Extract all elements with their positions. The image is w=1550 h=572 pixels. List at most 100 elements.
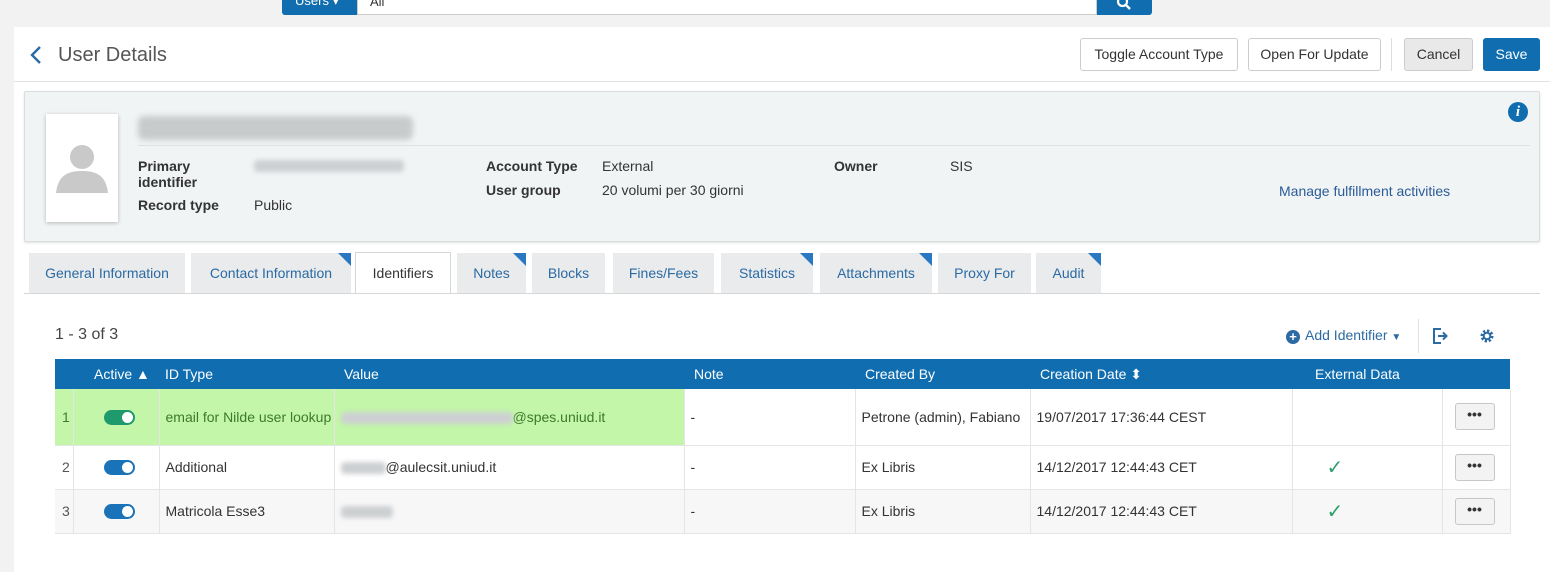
tab-proxy-for[interactable]: Proxy For bbox=[938, 253, 1031, 293]
tab-notes[interactable]: Notes bbox=[457, 253, 526, 293]
tab-statistics[interactable]: Statistics bbox=[721, 253, 813, 293]
user-group-value: 20 volumi per 30 giorni bbox=[602, 182, 744, 198]
column-header-note: Note bbox=[684, 359, 855, 389]
owner-value: SIS bbox=[950, 158, 973, 174]
top-search-bar: Users ▾ All bbox=[0, 0, 1550, 27]
user-group-label: User group bbox=[486, 182, 561, 198]
active-toggle[interactable] bbox=[103, 410, 135, 426]
column-header-active[interactable]: Active ▲ bbox=[73, 359, 159, 389]
column-header-actions bbox=[1442, 359, 1510, 389]
table-row: 3 Matricola Esse3 - Ex Libris 14/12/2017… bbox=[55, 489, 1511, 534]
value-redacted bbox=[340, 506, 393, 519]
toggle-account-type-button[interactable]: Toggle Account Type bbox=[1080, 38, 1238, 71]
manage-fulfillment-link[interactable]: Manage fulfillment activities bbox=[1279, 183, 1450, 199]
owner-label: Owner bbox=[834, 158, 878, 174]
tab-audit[interactable]: Audit bbox=[1036, 253, 1101, 293]
external-data-cell bbox=[1292, 389, 1443, 446]
active-toggle[interactable] bbox=[103, 504, 135, 520]
tab-attachments[interactable]: Attachments bbox=[820, 253, 932, 293]
results-count: 1 - 3 of 3 bbox=[55, 326, 119, 343]
back-arrow-icon[interactable] bbox=[28, 44, 44, 66]
creation-date-cell: 14/12/2017 12:44:43 CET bbox=[1030, 445, 1293, 490]
column-header-value: Value bbox=[334, 359, 684, 389]
note-cell: - bbox=[684, 489, 856, 534]
value-cell: @spes.uniud.it bbox=[334, 389, 685, 446]
active-toggle[interactable] bbox=[103, 460, 135, 476]
gear-icon[interactable] bbox=[1479, 328, 1495, 344]
tab-general-information[interactable]: General Information bbox=[29, 253, 185, 293]
save-button[interactable]: Save bbox=[1483, 38, 1540, 71]
row-number: 3 bbox=[55, 489, 74, 534]
column-header-index bbox=[55, 359, 73, 389]
column-header-creation-date[interactable]: Creation Date ⬍ bbox=[1030, 359, 1292, 389]
active-cell bbox=[73, 445, 160, 490]
row-number: 1 bbox=[55, 389, 74, 446]
search-button[interactable] bbox=[1097, 0, 1152, 15]
user-details-panel: User Details Toggle Account Type Open Fo… bbox=[14, 27, 1550, 572]
creation-date-cell: 19/07/2017 17:36:44 CEST bbox=[1030, 389, 1293, 446]
open-for-update-button[interactable]: Open For Update bbox=[1248, 38, 1381, 71]
tab-label: Notes bbox=[473, 265, 510, 281]
search-scope-select[interactable]: All bbox=[357, 0, 1097, 15]
add-identifier-button[interactable]: + Add Identifier ▼ bbox=[1286, 327, 1401, 344]
info-icon[interactable]: i bbox=[1508, 102, 1528, 122]
actions-cell: ••• bbox=[1442, 489, 1511, 534]
table-header-row: Active ▲ ID Type Value Note Created By C… bbox=[55, 359, 1510, 389]
tab-flag-icon bbox=[338, 253, 351, 266]
column-header-id-type: ID Type bbox=[159, 359, 334, 389]
tab-identifiers[interactable]: Identifiers bbox=[355, 252, 451, 294]
tab-contact-information[interactable]: Contact Information bbox=[191, 253, 351, 293]
record-type-value: Public bbox=[254, 197, 293, 213]
identifiers-table: Active ▲ ID Type Value Note Created By C… bbox=[55, 359, 1511, 534]
column-header-external-data: External Data bbox=[1292, 359, 1442, 389]
actions-cell: ••• bbox=[1442, 445, 1511, 490]
tab-flag-icon bbox=[919, 253, 932, 266]
tab-flag-icon bbox=[513, 253, 526, 266]
tab-label: Proxy For bbox=[954, 265, 1015, 281]
tab-fines-fees[interactable]: Fines/Fees bbox=[613, 253, 714, 293]
value-redacted bbox=[340, 412, 513, 425]
note-cell: - bbox=[684, 389, 856, 446]
tab-flag-icon bbox=[1088, 253, 1101, 266]
tab-flag-icon bbox=[800, 253, 813, 266]
primary-identifier-value-redacted bbox=[254, 160, 404, 172]
toolbar-divider bbox=[1418, 319, 1419, 353]
search-scope-button[interactable]: Users ▾ bbox=[282, 0, 357, 15]
row-actions-button[interactable]: ••• bbox=[1454, 453, 1495, 481]
tabs-divider bbox=[24, 293, 1540, 294]
value-redacted bbox=[340, 462, 386, 475]
plus-circle-icon: + bbox=[1286, 330, 1300, 344]
tab-label: Blocks bbox=[547, 265, 590, 281]
id-type-cell: email for Nilde user lookup bbox=[159, 389, 335, 446]
tab-blocks[interactable]: Blocks bbox=[532, 253, 605, 293]
export-icon[interactable] bbox=[1431, 327, 1449, 345]
created-by-cell: Ex Libris bbox=[855, 445, 1031, 490]
page-header: User Details Toggle Account Type Open Fo… bbox=[14, 27, 1550, 82]
record-type-label: Record type bbox=[138, 197, 219, 213]
id-type-cell: Additional bbox=[159, 445, 335, 490]
search-icon bbox=[1116, 0, 1131, 10]
page-title: User Details bbox=[58, 44, 167, 66]
row-actions-button[interactable]: ••• bbox=[1454, 497, 1495, 525]
value-cell: @aulecsit.uniud.it bbox=[334, 445, 685, 490]
user-summary-card: Primary identifier Record type Public Ac… bbox=[24, 91, 1540, 242]
user-name-redacted bbox=[138, 116, 413, 140]
row-actions-button[interactable]: ••• bbox=[1454, 403, 1495, 431]
created-by-cell: Ex Libris bbox=[855, 489, 1031, 534]
row-number: 2 bbox=[55, 445, 74, 490]
primary-identifier-label: Primary identifier bbox=[138, 158, 198, 190]
caret-down-icon: ▼ bbox=[1391, 332, 1402, 343]
tab-label: Audit bbox=[1052, 265, 1085, 281]
created-by-cell: Petrone (admin), Fabiano bbox=[855, 389, 1031, 446]
card-divider bbox=[138, 145, 1530, 146]
tab-label: Statistics bbox=[738, 265, 795, 281]
tab-label: Contact Information bbox=[209, 265, 333, 281]
table-row: 2 Additional @aulecsit.uniud.it - Ex Lib… bbox=[55, 445, 1511, 490]
tab-label: Fines/Fees bbox=[628, 265, 699, 281]
account-type-value: External bbox=[602, 158, 654, 174]
tab-label: Identifiers bbox=[372, 265, 434, 281]
creation-date-cell: 14/12/2017 12:44:43 CET bbox=[1030, 489, 1293, 534]
user-silhouette-icon bbox=[56, 145, 108, 193]
cancel-button[interactable]: Cancel bbox=[1404, 38, 1473, 71]
id-type-cell: Matricola Esse3 bbox=[159, 489, 335, 534]
